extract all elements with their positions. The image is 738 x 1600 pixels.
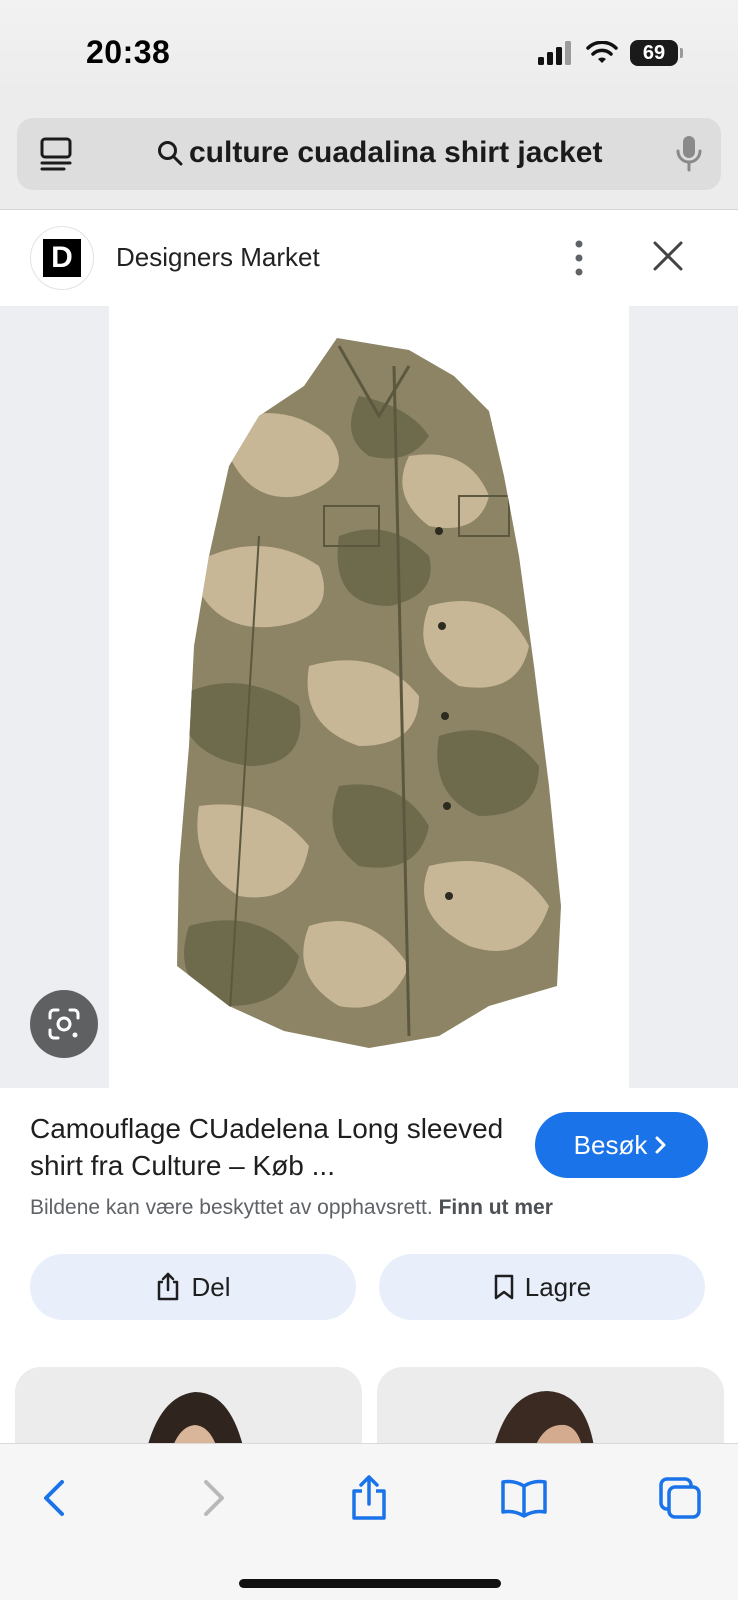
- save-button[interactable]: Lagre: [379, 1254, 705, 1320]
- tabs-button[interactable]: [656, 1474, 704, 1522]
- cellular-signal-icon: [538, 41, 571, 65]
- share-button-label: Del: [191, 1271, 231, 1302]
- home-indicator: [239, 1579, 501, 1588]
- forward-button[interactable]: [190, 1474, 238, 1522]
- product-image[interactable]: [109, 306, 629, 1088]
- status-bar: 20:38 69: [0, 0, 738, 110]
- back-button[interactable]: [30, 1474, 78, 1522]
- image-preview-area: [0, 306, 738, 1088]
- battery-level: 69: [642, 41, 666, 64]
- chevron-right-icon: [655, 1136, 666, 1154]
- copyright-notice: Bildene kan være beskyttet av opphavsret…: [30, 1196, 553, 1220]
- book-icon: [501, 1479, 547, 1518]
- share-icon: [158, 1272, 179, 1301]
- microphone-icon[interactable]: [675, 134, 703, 172]
- learn-more-link[interactable]: Finn ut mer: [439, 1196, 553, 1219]
- bookmarks-button[interactable]: [500, 1474, 548, 1522]
- lens-icon: [48, 1008, 80, 1040]
- tab-overview-icon[interactable]: [39, 136, 73, 172]
- visit-button[interactable]: Besøk: [535, 1112, 708, 1178]
- bookmark-icon: [494, 1274, 513, 1300]
- chevron-right-icon: [204, 1480, 224, 1516]
- close-icon[interactable]: [652, 240, 684, 272]
- search-query[interactable]: culture cuadalina shirt jacket: [157, 136, 602, 170]
- source-header: D Designers Market: [0, 210, 738, 306]
- wifi-icon: [586, 41, 618, 63]
- source-name[interactable]: Designers Market: [116, 242, 320, 273]
- battery-indicator: 69: [630, 40, 683, 66]
- browser-address-area: culture cuadalina shirt jacket: [0, 110, 738, 210]
- status-icons: 69: [538, 40, 683, 66]
- chevron-left-icon: [44, 1480, 64, 1516]
- browser-toolbar: [0, 1443, 738, 1600]
- visit-button-label: Besøk: [573, 1129, 648, 1160]
- google-lens-button[interactable]: [30, 990, 98, 1058]
- result-title[interactable]: Camouflage CUadelena Long sleeved shirt …: [30, 1110, 510, 1184]
- copyright-text: Bildene kan være beskyttet av opphavsret…: [30, 1196, 433, 1219]
- share-icon: [352, 1475, 386, 1520]
- more-options-icon[interactable]: [565, 238, 593, 278]
- save-button-label: Lagre: [524, 1271, 592, 1302]
- source-logo-mark: D: [43, 239, 81, 277]
- search-icon: [158, 141, 183, 166]
- source-logo[interactable]: D: [30, 226, 94, 290]
- status-time: 20:38: [86, 34, 171, 70]
- share-toolbar-button[interactable]: [345, 1474, 393, 1522]
- share-button[interactable]: Del: [30, 1254, 356, 1320]
- camouflage-shirt-jacket-image: [177, 338, 561, 1048]
- tabs-icon: [659, 1477, 701, 1519]
- search-bar[interactable]: culture cuadalina shirt jacket: [17, 118, 721, 190]
- search-query-text: culture cuadalina shirt jacket: [189, 136, 603, 169]
